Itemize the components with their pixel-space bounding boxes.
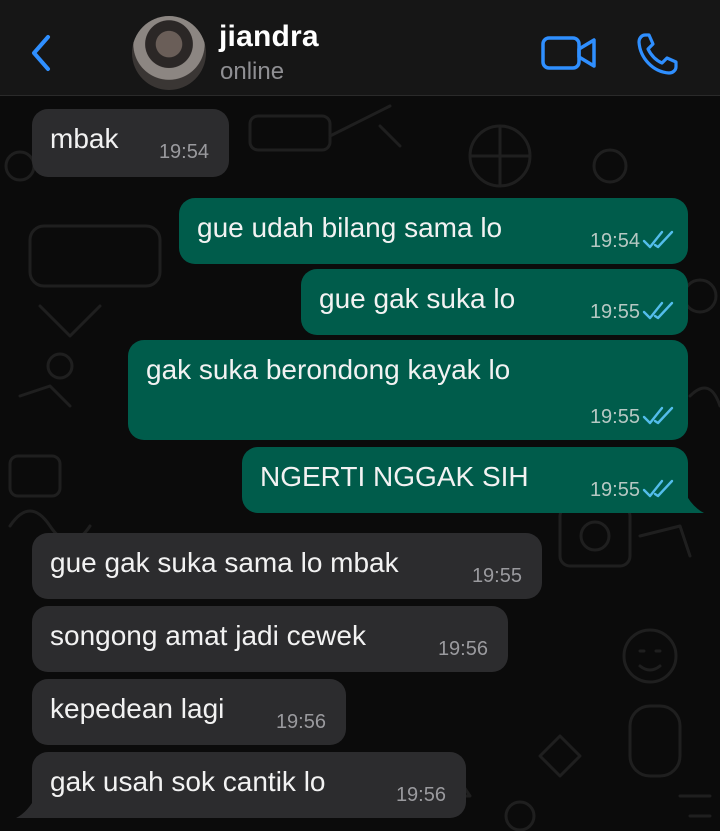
message-text: gak usah sok cantik lo — [50, 766, 326, 797]
avatar[interactable] — [132, 16, 206, 90]
message-bubble[interactable]: mbak 19:54 — [32, 109, 229, 177]
double-check-icon — [642, 301, 674, 320]
bubble-tail — [684, 491, 704, 513]
message-text: gue gak suka sama lo mbak — [50, 547, 399, 578]
bubble-tail — [16, 796, 36, 818]
video-call-button[interactable] — [540, 33, 598, 73]
contact-name[interactable]: jiandra — [219, 20, 319, 54]
message-time: 19:55 — [589, 479, 640, 501]
message-text: kepedean lagi — [50, 693, 225, 724]
chat-header: jiandra online — [0, 0, 720, 96]
message-bubble[interactable]: kepedean lagi 19:56 — [32, 679, 346, 745]
message-text: songong amat jadi cewek — [50, 620, 366, 651]
message-text: gue gak suka lo — [319, 283, 516, 314]
message-time: 19:56 — [437, 638, 488, 660]
message-time: 19:56 — [395, 784, 446, 806]
video-camera-icon — [541, 36, 596, 70]
message-bubble[interactable]: NGERTI NGGAK SIH 19:55 — [242, 447, 688, 513]
voice-call-button[interactable] — [634, 30, 680, 78]
double-check-icon — [642, 479, 674, 498]
contact-status: online — [220, 58, 285, 85]
message-bubble[interactable]: gue gak suka lo 19:55 — [301, 269, 688, 335]
message-bubble[interactable]: gak suka berondong kayak lo 19:55 — [128, 340, 688, 440]
message-time: 19:55 — [471, 565, 522, 587]
message-time: 19:54 — [158, 141, 209, 163]
message-time: 19:55 — [589, 301, 640, 323]
message-bubble[interactable]: gue gak suka sama lo mbak 19:55 — [32, 533, 542, 599]
message-time: 19:56 — [275, 711, 326, 733]
message-list[interactable]: mbak 19:54 gue udah bilang sama lo 19:54… — [0, 96, 720, 831]
double-check-icon — [642, 230, 674, 249]
message-text: gak suka berondong kayak lo — [146, 354, 511, 385]
phone-icon — [637, 33, 678, 75]
message-text: NGERTI NGGAK SIH — [260, 461, 529, 492]
message-text: gue udah bilang sama lo — [197, 212, 503, 243]
double-check-icon — [642, 406, 674, 425]
message-bubble[interactable]: gue udah bilang sama lo 19:54 — [179, 198, 688, 264]
chevron-left-icon — [32, 35, 50, 71]
message-time: 19:55 — [589, 406, 640, 428]
back-button[interactable] — [24, 30, 60, 76]
message-bubble[interactable]: songong amat jadi cewek 19:56 — [32, 606, 508, 672]
message-time: 19:54 — [589, 230, 640, 252]
message-text: mbak — [50, 123, 119, 154]
message-bubble[interactable]: gak usah sok cantik lo 19:56 — [32, 752, 466, 818]
